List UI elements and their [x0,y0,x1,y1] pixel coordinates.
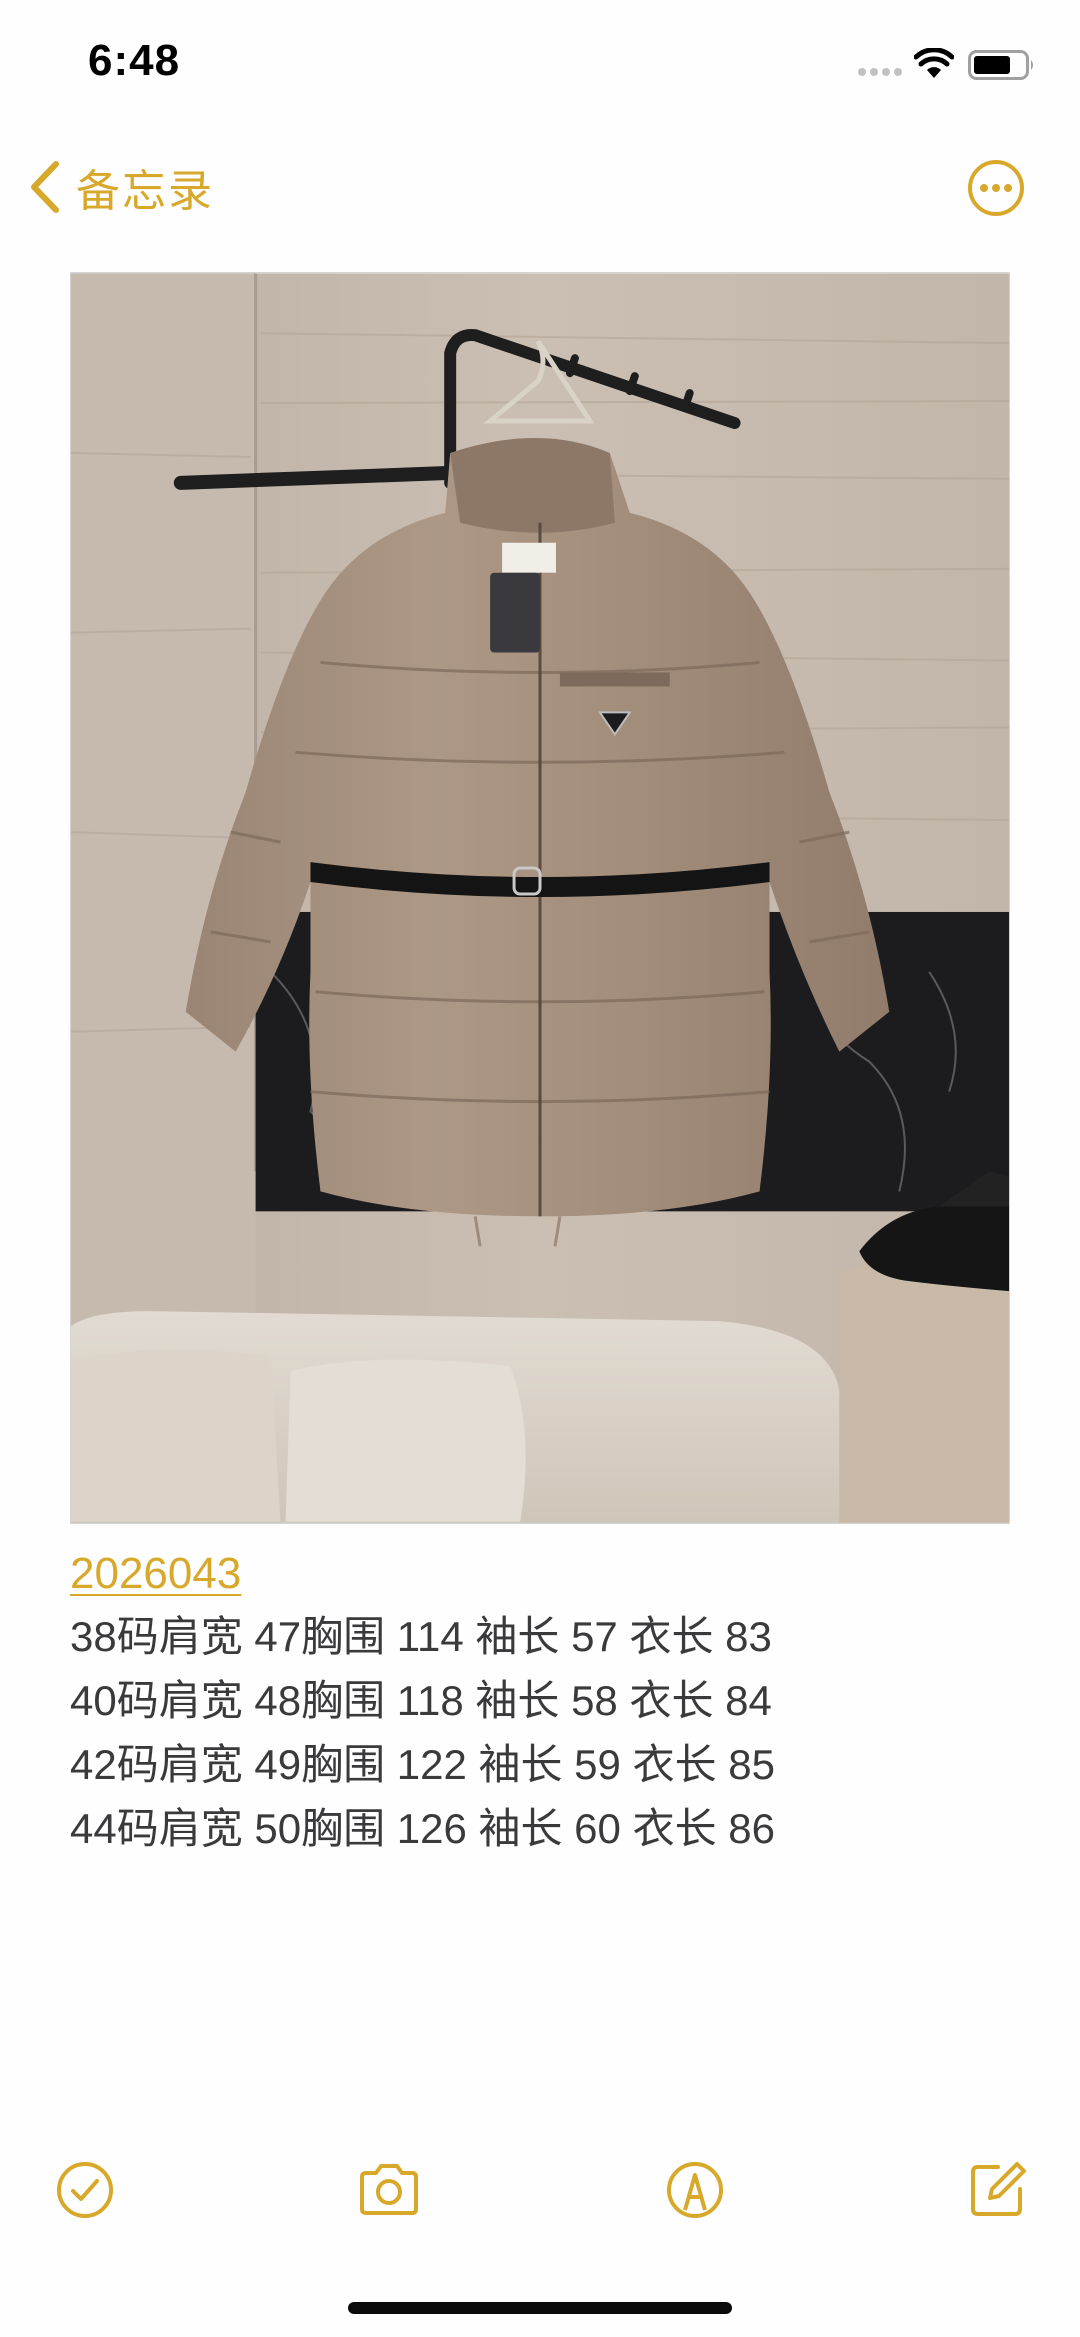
chevron-left-icon [31,161,59,213]
home-indicator[interactable] [348,2302,732,2314]
wifi-icon [914,48,954,78]
note-line-size-40: 40码肩宽 48胸围 118 袖长 58 衣长 84 [70,1677,772,1724]
note-line-size-44: 44码肩宽 50胸围 126 袖长 60 衣长 86 [70,1805,775,1852]
note-line-size-42: 42码肩宽 49胸围 122 袖长 59 衣长 85 [70,1741,775,1788]
status-time: 6:48 [88,36,181,85]
compose-icon [971,2162,1026,2216]
bottom-toolbar [0,2155,1080,2235]
note-link[interactable]: 2026043 [70,1543,241,1605]
camera-icon [360,2164,418,2215]
jacket-photo [71,273,1009,1523]
battery-icon [968,50,1033,80]
ellipsis-circle-icon[interactable] [966,158,1026,218]
markup-pen-icon [667,2162,723,2218]
back-button[interactable]: 备忘录 [28,152,214,222]
note-body[interactable]: 2026043 38码肩宽 47胸围 114 袖长 57 衣长 83 40码肩宽… [70,1543,1010,1861]
cellular-signal-icon [858,68,902,76]
note-line-size-38: 38码肩宽 47胸围 114 袖长 57 衣长 83 [70,1613,772,1660]
back-label: 备忘录 [76,167,214,216]
camera-button[interactable] [354,2155,424,2225]
checklist-button[interactable] [50,2155,120,2225]
checklist-icon [57,2162,113,2218]
nav-bar: 备忘录 [0,140,1080,240]
status-bar: 6:48 [0,0,1080,130]
note-image-attachment[interactable] [70,272,1010,1524]
compose-button[interactable] [962,2155,1032,2225]
markup-button[interactable] [660,2155,730,2225]
